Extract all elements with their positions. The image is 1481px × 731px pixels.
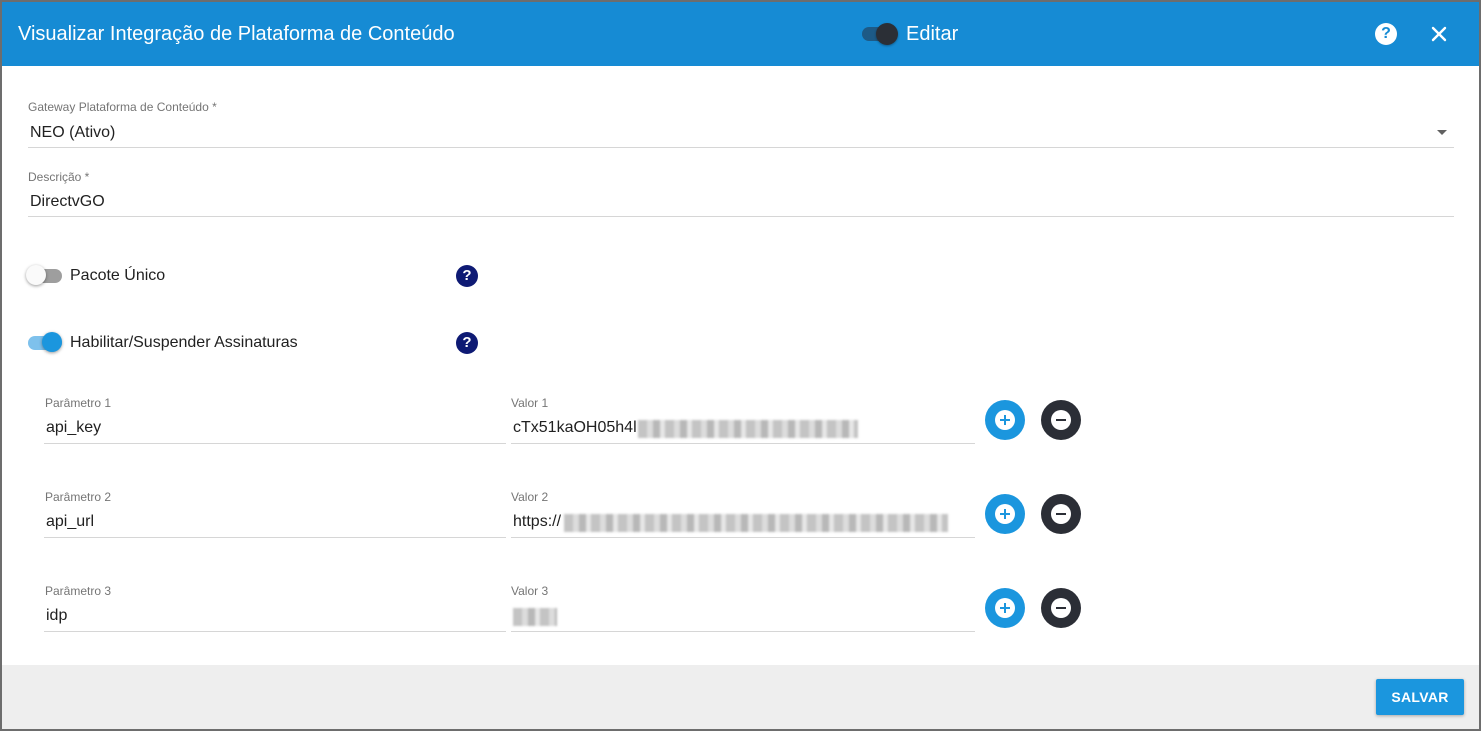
minus-icon [1051,504,1071,524]
edit-toggle-thumb [876,23,898,45]
valor-2-label: Valor 2 [511,490,549,504]
param-2-input[interactable]: api_url [46,512,496,532]
integration-dialog: Visualizar Integração de Plataforma de C… [2,2,1479,729]
help-icon[interactable]: ? [1375,23,1397,45]
remove-row-button[interactable] [1041,400,1081,440]
remove-row-button[interactable] [1041,494,1081,534]
gateway-underline [28,147,1454,148]
param-3-input[interactable]: idp [46,606,496,626]
remove-row-button[interactable] [1041,588,1081,628]
param-1-underline [44,443,506,444]
param-2-label: Parâmetro 2 [45,490,112,504]
descricao-label: Descrição * [28,170,90,184]
close-icon-glyph [1431,26,1447,42]
valor-3-label: Valor 3 [511,584,549,598]
edit-label: Editar [906,23,959,45]
valor-2-underline [511,537,975,538]
habilitar-suspender-toggle[interactable] [26,332,64,354]
redacted-value [638,420,858,438]
param-3-underline [44,631,506,632]
param-3-label: Parâmetro 3 [45,584,112,598]
plus-icon [995,504,1015,524]
redacted-value [513,608,557,626]
help-icon[interactable]: ? [456,265,478,287]
dialog-footer: SALVAR [2,665,1479,729]
edit-toggle[interactable] [862,23,898,45]
add-row-button[interactable] [985,588,1025,628]
add-row-button[interactable] [985,494,1025,534]
dialog-title: Visualizar Integração de Plataforma de C… [18,23,455,45]
gateway-label: Gateway Plataforma de Conteúdo * [28,100,217,114]
param-2-underline [44,537,506,538]
dialog-header: Visualizar Integração de Plataforma de C… [2,2,1479,66]
pacote-unico-label: Pacote Único [70,267,166,284]
minus-icon [1051,598,1071,618]
chevron-down-icon[interactable] [1437,130,1447,135]
plus-icon [995,410,1015,430]
habilitar-suspender-label: Habilitar/Suspender Assinaturas [70,334,298,351]
help-icon[interactable]: ? [456,332,478,354]
valor-1-input[interactable]: cTx51kaOH05h4l [513,418,643,438]
gateway-select[interactable]: NEO (Ativo) [30,123,1410,143]
minus-icon [1051,410,1071,430]
param-1-input[interactable]: api_key [46,418,496,438]
param-1-label: Parâmetro 1 [45,396,112,410]
descricao-input[interactable]: DirectvGO [30,192,1410,212]
valor-1-underline [511,443,975,444]
pacote-unico-toggle[interactable] [26,265,64,287]
redacted-value [564,514,948,532]
toggle-thumb [42,332,62,352]
close-icon[interactable] [1428,20,1450,48]
toggle-thumb [26,265,46,285]
save-button[interactable]: SALVAR [1376,679,1464,715]
valor-1-label: Valor 1 [511,396,549,410]
descricao-underline [28,216,1454,217]
valor-3-underline [511,631,975,632]
add-row-button[interactable] [985,400,1025,440]
plus-icon [995,598,1015,618]
